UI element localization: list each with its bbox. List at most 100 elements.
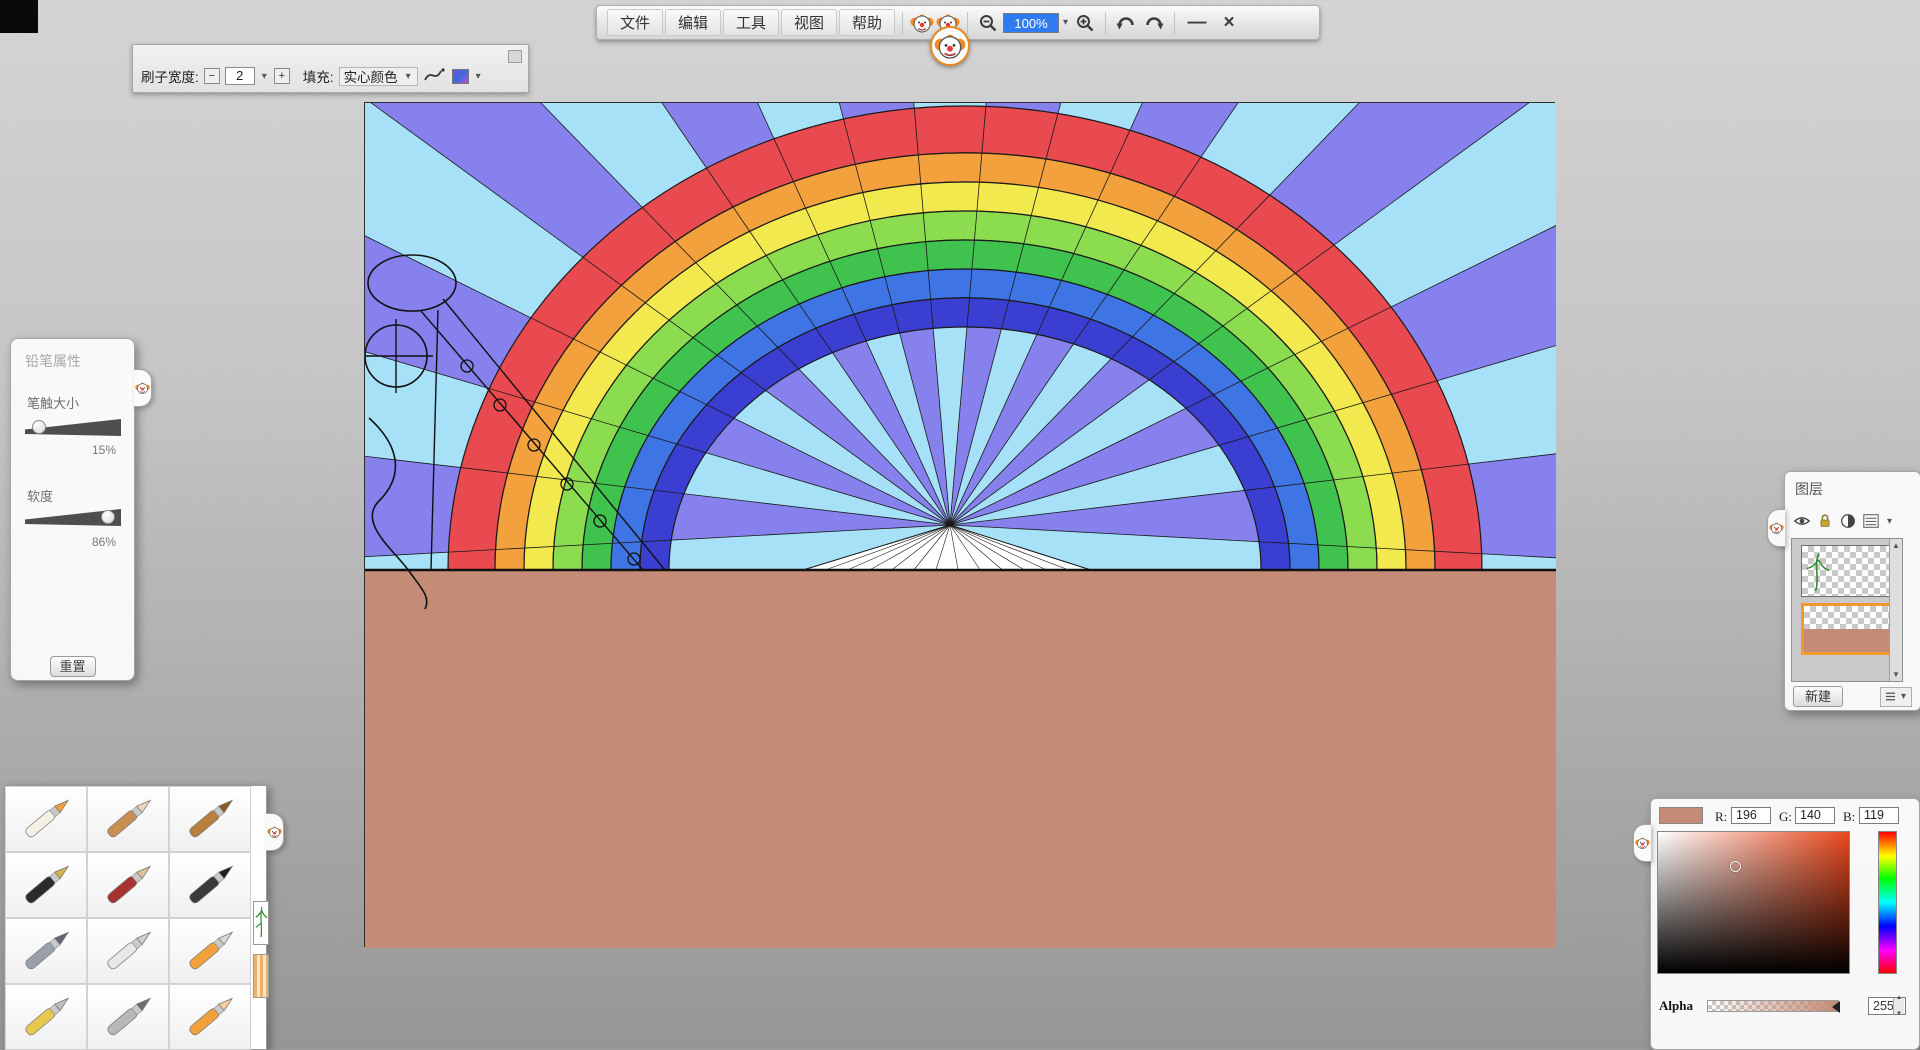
spinner-down-icon[interactable]: ▼ <box>1896 1006 1902 1022</box>
zoom-in-icon[interactable] <box>1072 10 1098 36</box>
alpha-slider[interactable] <box>1707 1000 1839 1012</box>
pencil-panel-title: 铅笔属性 <box>25 351 81 371</box>
g-label: G: <box>1779 809 1792 825</box>
layer-visibility-eye-icon[interactable] <box>1793 512 1811 530</box>
stroke-curve-icon[interactable] <box>423 66 447 87</box>
scroll-up-icon[interactable]: ▲ <box>1892 541 1900 550</box>
brush-palette-panel <box>4 785 267 1050</box>
options-grip[interactable] <box>508 50 522 63</box>
brush-cell-paint-jar[interactable] <box>5 984 87 1050</box>
layer-item-sketch[interactable] <box>1801 545 1893 597</box>
brush-cell-palette-knife[interactable] <box>87 918 169 984</box>
layers-panel-title: 图层 <box>1795 479 1823 499</box>
new-layer-button[interactable]: 新建 <box>1793 686 1843 707</box>
layers-handle-clown-icon <box>1769 520 1784 536</box>
brush-cell-red-brush[interactable] <box>87 852 169 918</box>
layer-item-ground[interactable] <box>1801 603 1893 655</box>
stroke-color-swatch[interactable] <box>452 69 469 84</box>
brush-width-label: 刷子宽度: <box>141 66 199 86</box>
brush-width-minus-button[interactable]: − <box>204 68 220 84</box>
spinner-up-icon[interactable]: ▲ <box>1896 990 1902 1006</box>
layer-ground-thumbnail-fill <box>1804 629 1890 652</box>
alpha-spinner[interactable]: ▲▼ <box>1893 998 1904 1014</box>
clown-tool-1-clown-icon[interactable] <box>910 11 934 35</box>
r-input[interactable]: 196 <box>1731 807 1771 824</box>
brush-width-plus-button[interactable]: + <box>274 68 290 84</box>
current-color-swatch[interactable] <box>1659 807 1703 824</box>
toolbar-separator <box>902 12 903 34</box>
alpha-label: Alpha <box>1659 998 1693 1014</box>
redo-icon[interactable] <box>1141 10 1167 36</box>
b-input[interactable]: 119 <box>1859 807 1899 824</box>
zoom-dropdown-caret-icon[interactable]: ▾ <box>1061 17 1070 28</box>
alpha-gradient <box>1708 1001 1838 1011</box>
brush-preview-sprig[interactable] <box>253 901 269 945</box>
stroke-color-caret-icon[interactable]: ▾ <box>474 71 483 82</box>
zoom-out-icon[interactable] <box>975 10 1001 36</box>
layer-menu-caret-icon: ▾ <box>1899 691 1908 702</box>
reset-button[interactable]: 重置 <box>50 656 96 677</box>
brush-preview-stripes[interactable] <box>253 954 269 998</box>
undo-icon[interactable] <box>1113 10 1139 36</box>
softness-slider-knob[interactable] <box>101 510 115 524</box>
g-input[interactable]: 140 <box>1795 807 1835 824</box>
menu-edit[interactable]: 编辑 <box>665 9 721 36</box>
layer-blend-contrast-icon[interactable] <box>1839 512 1857 530</box>
softness-slider[interactable] <box>25 509 121 526</box>
brush-size-value: 15% <box>92 443 116 457</box>
minimize-button[interactable]: — <box>1182 10 1212 36</box>
drawing-canvas[interactable] <box>364 102 1555 947</box>
color-panel: R: 196 G: 140 B: 119 Alpha 255 ▲▼ <box>1650 798 1920 1050</box>
brush-cell-log-brush[interactable] <box>169 786 251 852</box>
sv-cursor[interactable] <box>1730 861 1741 872</box>
layer-menu-button[interactable]: ▾ <box>1880 687 1912 707</box>
toolbar-separator <box>1105 12 1106 34</box>
layer-lock-icon[interactable] <box>1816 512 1834 530</box>
toolbar-separator <box>967 12 968 34</box>
sv-gradient[interactable] <box>1657 831 1850 974</box>
brush-cell-roller[interactable] <box>169 918 251 984</box>
pencil-panel-handle[interactable] <box>134 369 152 407</box>
alpha-value-input[interactable]: 255 ▲▼ <box>1868 997 1906 1015</box>
brush-cell-cone-pencil[interactable] <box>5 786 87 852</box>
fill-type-value: 实心颜色 <box>344 66 398 86</box>
pencil-properties-panel: 铅笔属性 笔触大小 15% 软度 86% 重置 <box>10 338 135 681</box>
layers-panel-handle[interactable] <box>1767 509 1785 547</box>
menu-tools[interactable]: 工具 <box>723 9 779 36</box>
layer-list-icon[interactable] <box>1862 512 1880 530</box>
fill-dropdown-caret-icon: ▾ <box>404 71 413 82</box>
toolbar-handle-clown-icon[interactable] <box>930 26 970 66</box>
brush-panel-handle[interactable] <box>266 813 284 851</box>
fill-label: 填充: <box>303 66 334 86</box>
brush-cell-crayon[interactable] <box>169 984 251 1050</box>
layer-list: ▲ ▼ <box>1791 538 1903 682</box>
brush-size-slider[interactable] <box>25 419 121 436</box>
toolbar-separator <box>1174 12 1175 34</box>
scroll-down-icon[interactable]: ▼ <box>1892 670 1900 679</box>
zoom-level-field[interactable]: 100% <box>1003 13 1059 33</box>
menu-help[interactable]: 帮助 <box>839 9 895 36</box>
close-button[interactable]: × <box>1214 10 1244 36</box>
softness-label: 软度 <box>27 486 53 505</box>
fill-type-dropdown[interactable]: 实心颜色 ▾ <box>339 67 418 86</box>
layers-panel: 图层 ▾ ▲ ▼ 新建 ▾ <box>1784 471 1920 711</box>
color-panel-handle[interactable] <box>1633 824 1651 862</box>
brush-options-bar: 刷子宽度: − 2 ▾ + 填充: 实心颜色 ▾ ▾ <box>132 44 529 93</box>
layer-list-scrollbar[interactable]: ▲ ▼ <box>1889 539 1902 681</box>
menu-file[interactable]: 文件 <box>607 9 663 36</box>
brush-cell-wood-brush[interactable] <box>87 786 169 852</box>
brush-grid <box>5 786 251 1050</box>
brush-cell-ink-brush[interactable] <box>169 852 251 918</box>
brush-width-caret-icon[interactable]: ▾ <box>260 71 269 82</box>
menu-view[interactable]: 视图 <box>781 9 837 36</box>
brush-cell-spear-brush[interactable] <box>87 984 169 1050</box>
alpha-slider-thumb[interactable] <box>1832 1001 1840 1013</box>
softness-value: 86% <box>92 535 116 549</box>
brush-cell-airbrush[interactable] <box>5 918 87 984</box>
size-slider-knob[interactable] <box>32 420 46 434</box>
hue-bar[interactable] <box>1878 831 1897 974</box>
layer-list-caret-icon[interactable]: ▾ <box>1885 516 1894 527</box>
alpha-value-text: 255 <box>1873 999 1894 1013</box>
brush-cell-fountain-pen[interactable] <box>5 852 87 918</box>
brush-width-value[interactable]: 2 <box>225 67 255 85</box>
